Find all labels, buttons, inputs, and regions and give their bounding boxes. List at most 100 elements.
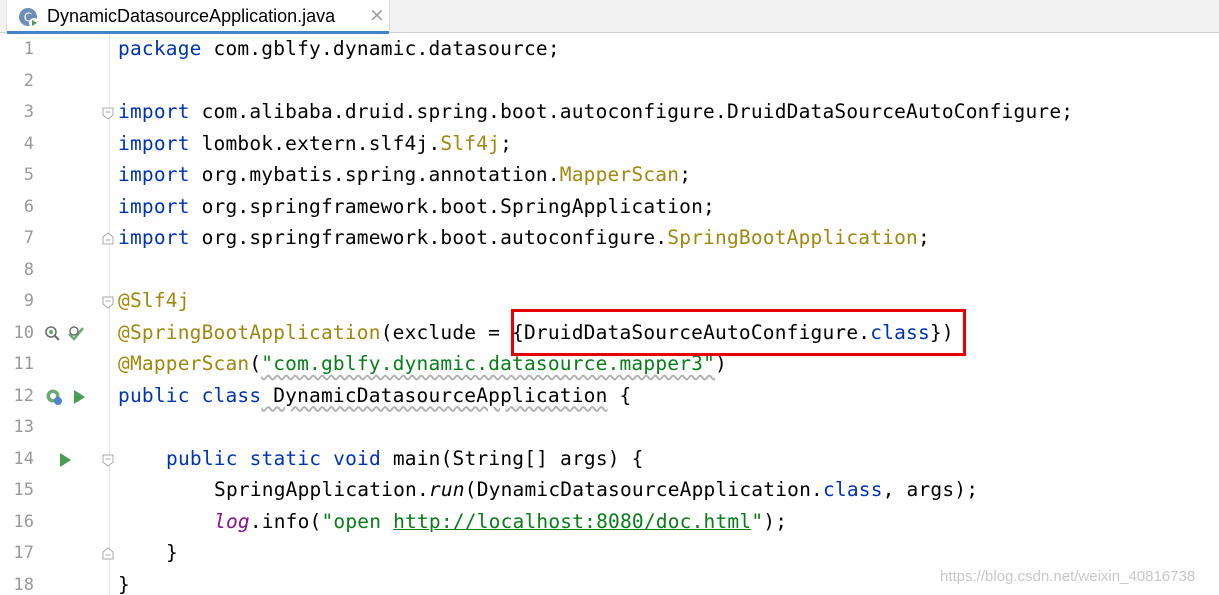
keyword: import [118,194,190,218]
code-token: ; [679,163,692,186]
line-number: 14 [13,448,34,469]
line-number: 8 [23,259,34,280]
code-token: org.springframework.boot.autoconfigure. [189,226,668,249]
method-token: run [428,478,465,501]
line-number: 1 [23,39,34,59]
code-token: ( [249,352,262,375]
keyword: public class [118,383,262,407]
line-number: 6 [23,196,34,217]
annotation-token: @MapperScan [118,352,250,375]
code-token: ; [500,131,513,155]
spring-bean-search-icon[interactable] [44,325,62,343]
code-line: 2 [0,66,1219,97]
code-line: 14 public static void main(String[] args… [0,444,1219,475]
line-number: 5 [23,165,34,185]
code-line: 12 public class DynamicDatasourceApplica… [0,381,1219,412]
line-number: 3 [23,102,34,122]
line-number: 17 [13,543,34,563]
code-text: } [118,572,130,595]
code-line: 5 import org.mybatis.spring.annotation.M… [0,160,1219,191]
code-token: SpringApplication. [214,478,429,501]
close-icon[interactable]: × [369,4,385,26]
java-class-run-icon: C [19,8,39,28]
annotation-token: SpringBootApplication [667,226,918,249]
code-token: .info( [249,509,322,533]
fold-collapse-icon[interactable] [102,107,114,120]
code-text: public class DynamicDatasourceApplicatio… [118,384,631,407]
code-token: , args); [882,478,979,501]
code-line: 13 [0,412,1219,443]
code-text: public static void main(String[] args) { [166,447,644,470]
code-token: ; [918,226,930,249]
annotation-token: @SpringBootApplication [118,320,381,344]
annotation-token: MapperScan [559,163,680,186]
line-number: 13 [13,417,34,437]
code-text: import com.alibaba.druid.spring.boot.aut… [118,100,1073,123]
code-text: import org.mybatis.spring.annotation.Map… [118,163,691,186]
keyword: public static void [166,446,381,470]
code-token: org.springframework.boot.SpringApplicati… [189,194,716,218]
tab-title: DynamicDatasourceApplication.java [47,6,336,26]
code-token: com.gblfy.dynamic.datasource; [201,37,560,60]
code-token: { [607,383,632,407]
code-text: import org.springframework.boot.autoconf… [118,226,930,249]
class-name: DynamicDatasourceApplication [261,383,608,407]
line-number: 9 [23,291,34,311]
code-token: main(String[] args) { [380,446,644,470]
code-line: 1 package com.gblfy.dynamic.datasource; [0,34,1219,65]
line-number: 2 [23,70,34,91]
code-token: lombok.extern.slf4j. [189,131,441,155]
code-line: 17 } [0,538,1219,569]
code-line: 4 import lombok.extern.slf4j.Slf4j; [0,129,1219,160]
line-number: 4 [23,133,34,154]
tab-dynamic-datasource-application[interactable]: C DynamicDatasourceApplication.java × [6,0,390,34]
code-line: 16 log.info("open http://localhost:8080/… [0,507,1219,538]
line-number: 15 [13,480,34,500]
code-text: log.info("open http://localhost:8080/doc… [214,510,787,533]
code-text: import lombok.extern.slf4j.Slf4j; [118,132,512,155]
fold-end-icon[interactable] [102,232,114,245]
annotation-token: Slf4j [440,131,501,155]
highlight-box [511,309,966,356]
line-number: 10 [13,322,34,343]
code-editor[interactable]: 1 package com.gblfy.dynamic.datasource; … [0,34,1219,595]
keyword: import [118,163,190,186]
code-token: ); [763,509,788,533]
run-icon[interactable] [72,389,86,405]
code-text: package com.gblfy.dynamic.datasource; [118,37,560,60]
code-text: import org.springframework.boot.SpringAp… [118,195,715,218]
line-number: 18 [13,574,34,595]
keyword: class [822,478,883,501]
string-token: " [751,509,764,533]
spring-boot-icon[interactable] [66,323,86,343]
code-line: 6 import org.springframework.boot.Spring… [0,192,1219,223]
line-number: 7 [23,228,34,248]
watermark-text: https://blog.csdn.net/weixin_40816738 [940,568,1196,585]
fold-collapse-icon[interactable] [102,296,114,309]
run-icon[interactable] [58,452,72,468]
keyword: import [118,131,190,155]
annotation-token: @Slf4j [118,289,190,312]
field-token: log [214,509,250,533]
line-number: 12 [13,385,34,406]
code-token: org.mybatis.spring.annotation. [189,163,560,186]
keyword: package [118,37,202,60]
keyword: import [118,226,190,249]
code-line: 7 import org.springframework.boot.autoco… [0,223,1219,254]
fold-collapse-icon[interactable] [102,454,114,467]
code-text: } [166,541,178,564]
string-token: "open [321,509,394,533]
line-number: 11 [13,354,34,374]
keyword: import [118,100,190,123]
code-line: 15 SpringApplication.run(DynamicDatasour… [0,475,1219,506]
url-link[interactable]: http://localhost:8080/doc.html [393,510,751,533]
line-number: 16 [13,511,34,532]
code-text: SpringApplication.run(DynamicDatasourceA… [214,478,978,501]
code-text: @Slf4j [118,289,190,312]
code-token: com.alibaba.druid.spring.boot.autoconfig… [189,100,1074,123]
spring-bean-icon[interactable] [44,387,64,407]
fold-end-icon[interactable] [102,547,114,560]
code-token: (DynamicDatasourceApplication. [464,478,823,501]
editor-tab-bar: C DynamicDatasourceApplication.java × [0,0,1219,34]
code-line: 8 [0,255,1219,286]
